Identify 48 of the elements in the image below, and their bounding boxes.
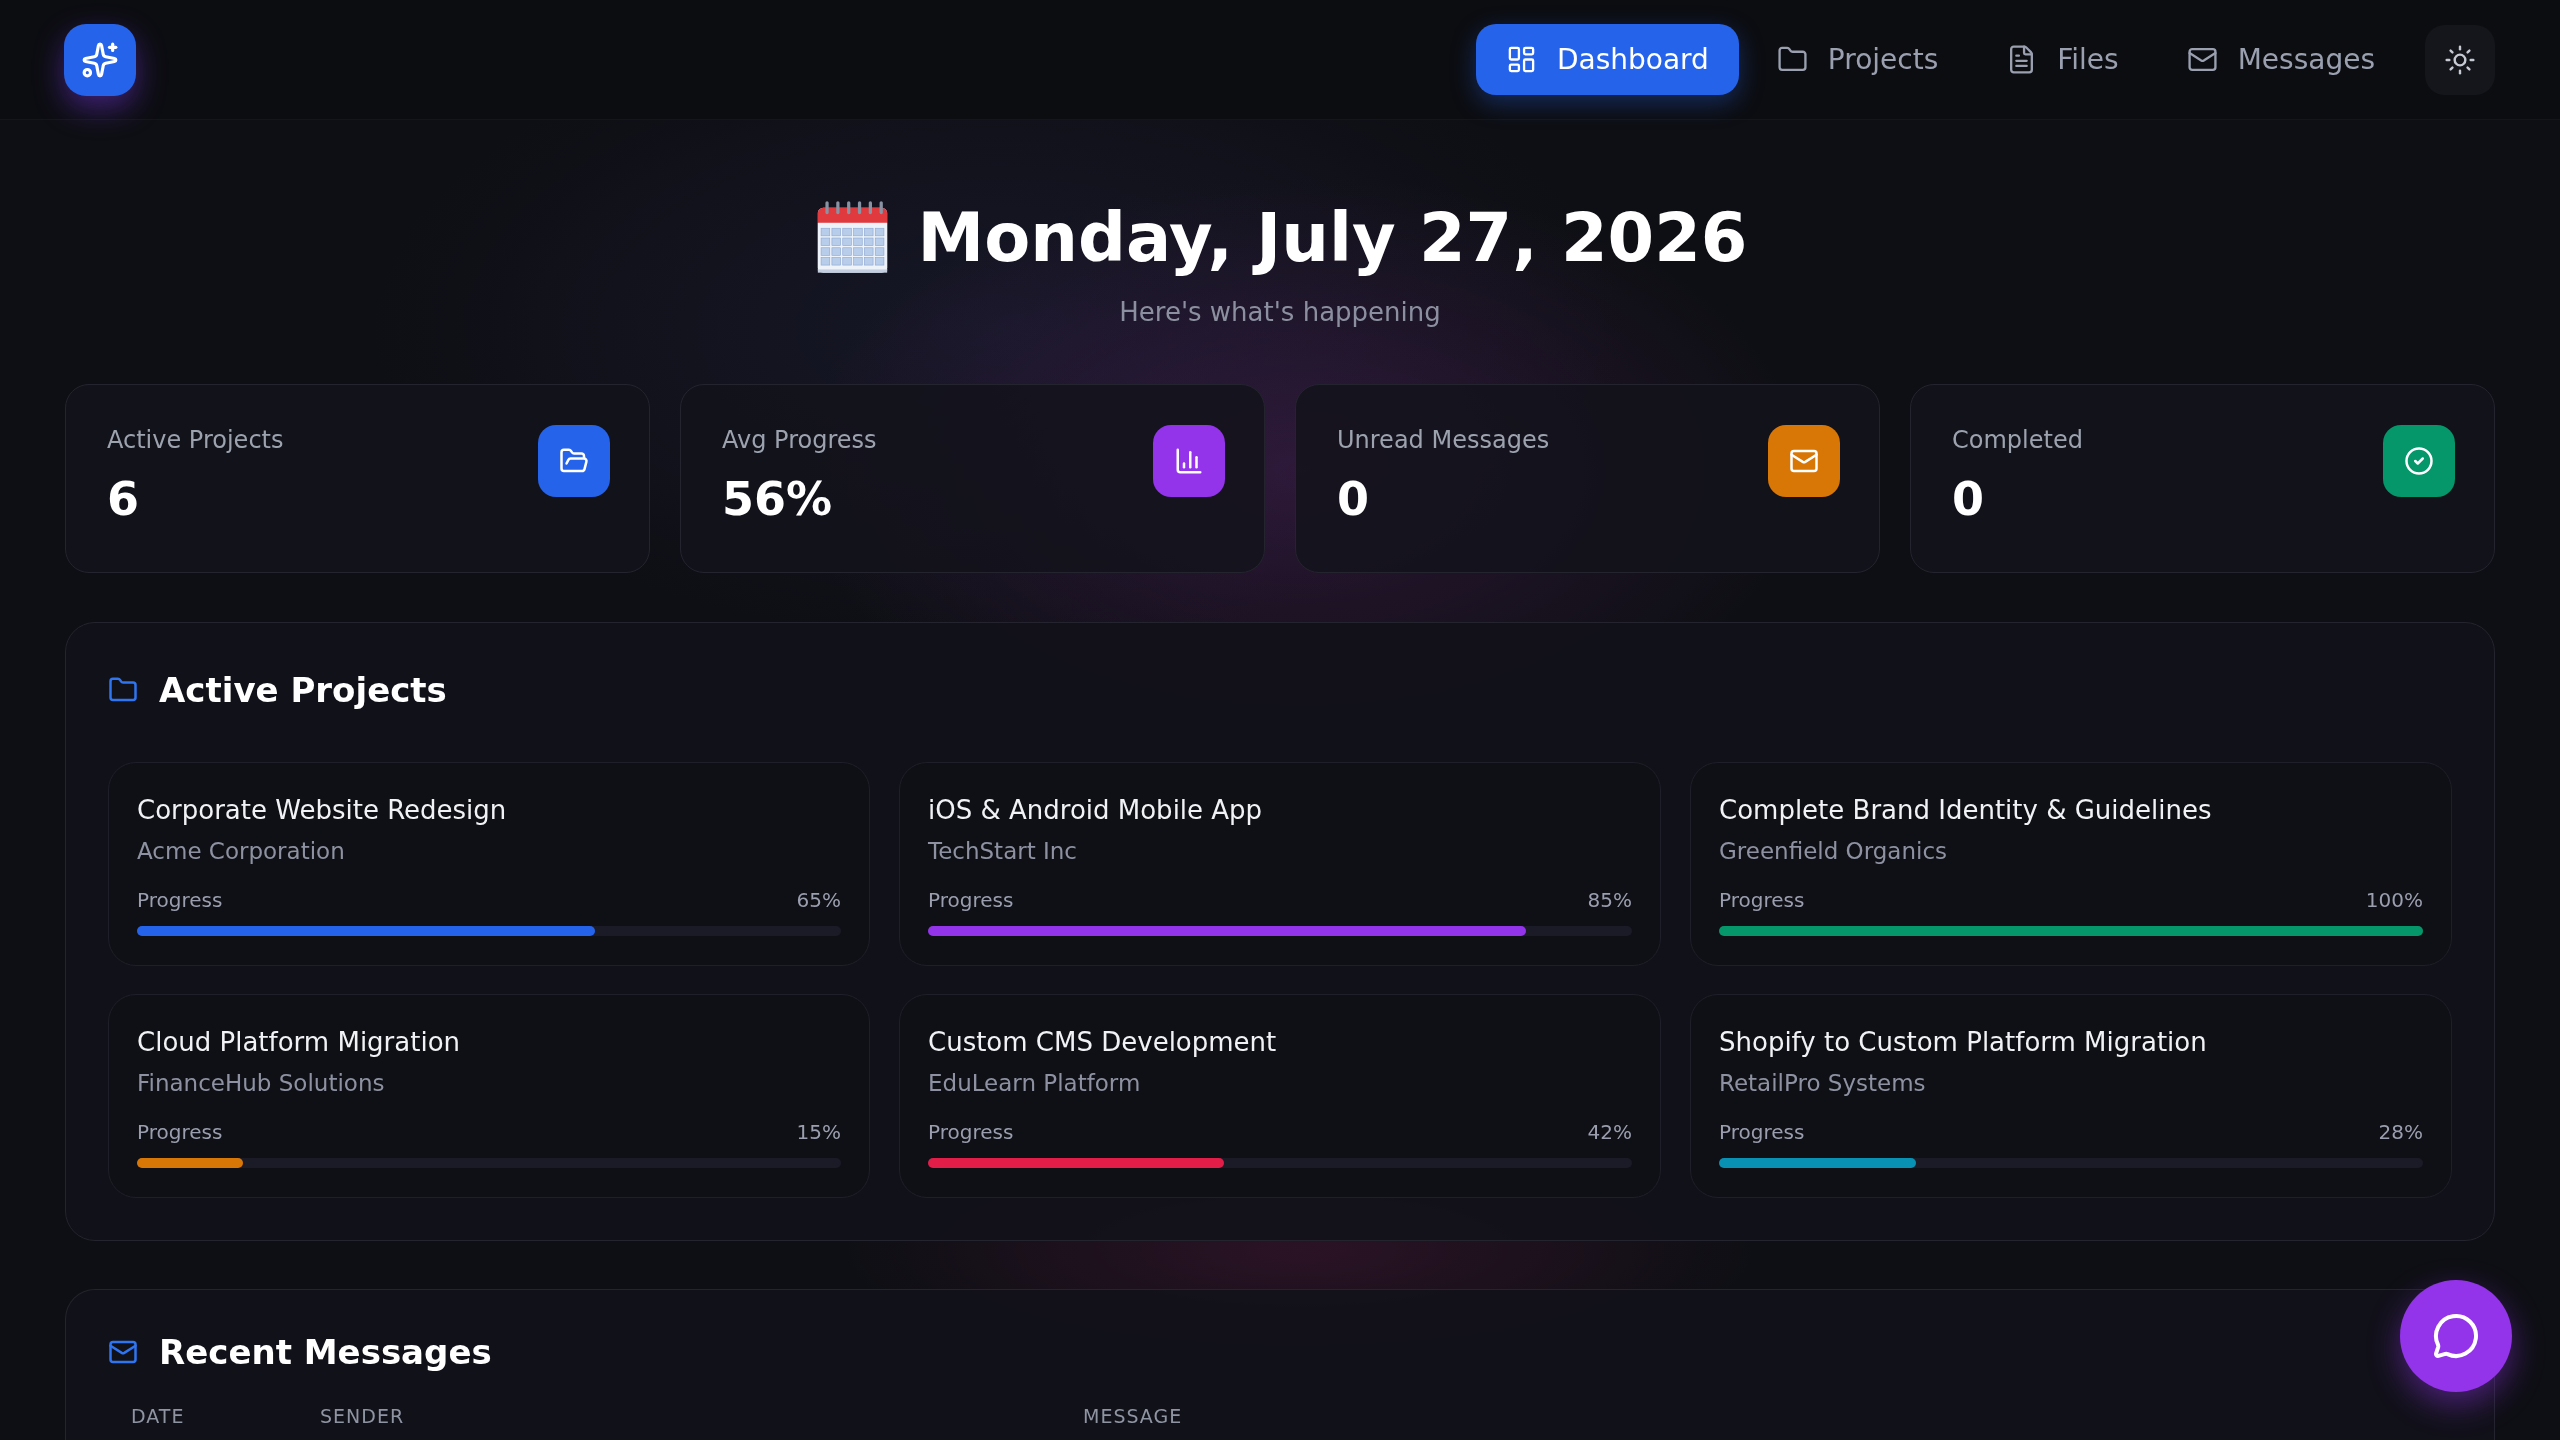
section-title: Active Projects — [159, 669, 447, 712]
nav-button[interactable]: Projects — [1746, 24, 1969, 95]
nav-button[interactable]: Dashboard — [1475, 24, 1739, 95]
progress-label: Progress — [137, 887, 223, 913]
client-name: FinanceHub Solutions — [137, 1069, 386, 1098]
progress-label: Progress — [1719, 1119, 1805, 1145]
project-title: Complete Brand Identity & Guidelines — [1719, 794, 2213, 827]
client-name: TechStart Inc — [928, 837, 1079, 866]
column-header: DATE — [130, 1404, 186, 1428]
project-title: iOS & Android Mobile App — [928, 794, 1264, 827]
theme-toggle-button[interactable] — [2425, 24, 2495, 95]
client-name: Acme Corporation — [137, 837, 346, 866]
client-name: Greenfield Organics — [1719, 837, 1949, 866]
stat-label: Unread Messages — [1337, 425, 1550, 456]
stat-value: 56% — [722, 472, 834, 527]
nav-button[interactable]: Messages — [2156, 24, 2405, 95]
client-name: RetailPro Systems — [1719, 1069, 1927, 1098]
stat-label: Active Projects — [107, 425, 284, 456]
page-title: Monday, July 27, 2026 — [917, 198, 1748, 278]
project-title: Custom CMS Development — [928, 1026, 1278, 1059]
progress-percent: 65% — [796, 887, 841, 913]
stat-value: 0 — [1337, 472, 1370, 527]
column-header: SENDER — [319, 1404, 406, 1428]
progress-percent: 15% — [796, 1119, 841, 1145]
progress-label: Progress — [928, 1119, 1014, 1145]
progress-percent: 42% — [1587, 1119, 1632, 1145]
progress-label: Progress — [928, 887, 1014, 913]
sun-icon — [2444, 43, 2476, 76]
client-name: EduLearn Platform — [928, 1069, 1142, 1098]
stat-value: 6 — [107, 472, 140, 527]
progress-percent: 85% — [1587, 887, 1632, 913]
stat-label: Completed — [1952, 425, 2083, 456]
stat-value: 0 — [1952, 472, 1985, 527]
column-header: MESSAGE — [1082, 1404, 1184, 1428]
nav-button[interactable]: Files — [1976, 24, 2149, 95]
progress-label: Progress — [137, 1119, 223, 1145]
project-title: Corporate Website Redesign — [137, 794, 508, 827]
progress-percent: 28% — [2378, 1119, 2423, 1145]
progress-percent: 100% — [2365, 887, 2423, 913]
section-title: Recent Messages — [159, 1331, 492, 1374]
chat-bubble-icon — [2432, 1312, 2480, 1360]
stat-label: Avg Progress — [722, 425, 877, 456]
project-title: Cloud Platform Migration — [137, 1026, 462, 1059]
project-title: Shopify to Custom Platform Migration — [1719, 1026, 2208, 1059]
progress-label: Progress — [1719, 887, 1805, 913]
page-subtitle: Here's what's happening — [1119, 296, 1441, 329]
sparkles-icon — [64, 23, 136, 96]
chat-button[interactable] — [2400, 1280, 2512, 1392]
